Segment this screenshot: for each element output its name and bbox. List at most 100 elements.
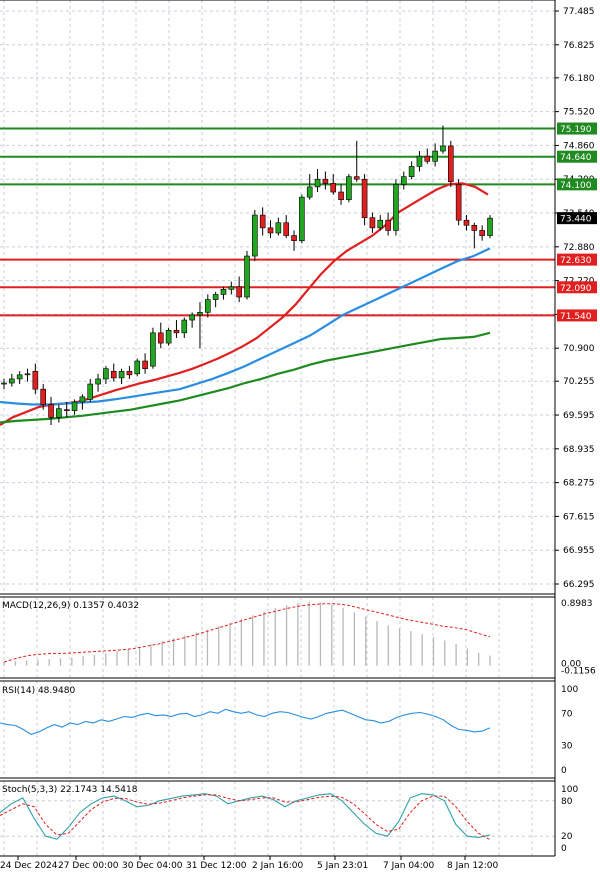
price-tick-label: 76.180 <box>563 74 595 84</box>
level-label: 71.540 <box>560 312 592 322</box>
candle-body <box>369 217 376 229</box>
candle-body <box>103 368 109 380</box>
candle-body <box>267 227 274 234</box>
candle-body <box>314 178 321 188</box>
price-tick-label: 70.900 <box>563 344 595 354</box>
rsi-tick-label: 30 <box>561 742 573 752</box>
stoch-tick-label: 20 <box>561 832 573 842</box>
price-tick-label: 68.935 <box>563 445 595 455</box>
trading-chart: MACD(12,26,9) 0.1357 0.4032 RSI(14) 48.9… <box>0 0 597 871</box>
candle-body <box>126 370 133 376</box>
price-panel <box>0 125 555 426</box>
level-label: 72.630 <box>560 256 592 266</box>
price-tick-label: 72.880 <box>563 243 595 253</box>
candle-body <box>16 374 23 380</box>
rsi-line <box>0 708 491 736</box>
stoch-label: Stoch(5,3,3) 22.1743 14.5418 <box>2 785 138 795</box>
candle-body <box>32 370 39 390</box>
macd-panel: MACD(12,26,9) 0.1357 0.4032 <box>2 601 491 666</box>
time-tick-label: 24 Dec 2024 <box>0 861 58 871</box>
time-tick-label: 27 Dec 00:00 <box>58 861 119 871</box>
macd-axis-top: 0.8983 <box>561 599 593 609</box>
candle-body <box>330 183 337 193</box>
price-tick-label: 74.860 <box>563 141 595 151</box>
candle-body <box>9 378 15 384</box>
stoch-panel: Stoch(5,3,3) 22.1743 14.5418 <box>0 785 555 841</box>
macd-axis-bottom: -0.1156 <box>561 667 596 677</box>
time-tick-label: 2 Jan 16:00 <box>252 861 304 871</box>
candle-body <box>322 178 329 184</box>
time-tick-label: 5 Jan 23:01 <box>317 861 368 871</box>
candle-body <box>291 235 297 241</box>
candle-body <box>236 286 242 298</box>
candle-body <box>48 404 54 418</box>
candle-body <box>173 329 180 334</box>
candle-body <box>393 184 399 231</box>
level-label: 72.090 <box>560 284 592 294</box>
price-tick-label: 68.275 <box>563 479 595 489</box>
price-tick-label: 77.485 <box>563 7 595 17</box>
time-axis: 24 Dec 2024 27 Dec 00:00 30 Dec 04:00 31 De… <box>0 856 499 871</box>
candle-body <box>228 286 235 290</box>
candle-body <box>299 196 305 241</box>
price-tick-label: 70.255 <box>563 377 595 387</box>
time-tick-label: 7 Jan 04:00 <box>383 861 435 871</box>
candle-body <box>24 373 31 376</box>
candle-body <box>165 329 172 344</box>
candle-body <box>220 289 227 295</box>
candle-body <box>306 186 313 198</box>
price-tick-label: 66.295 <box>563 580 595 590</box>
ma-fast-line <box>0 182 489 426</box>
candle-body <box>110 370 117 379</box>
candle-body <box>244 255 250 298</box>
macd-signal-line <box>3 603 491 663</box>
candle-body <box>87 383 94 400</box>
candle-body <box>212 294 219 300</box>
candle-body <box>56 408 62 418</box>
candle-body <box>440 145 446 152</box>
candle-body <box>1 382 7 385</box>
time-tick-label: 30 Dec 04:00 <box>122 861 183 871</box>
candle-body <box>479 230 485 236</box>
rsi-label: RSI(14) 48.9480 <box>2 686 75 696</box>
candle-body <box>463 219 470 226</box>
rsi-tick-label: 70 <box>561 709 573 719</box>
candle-body <box>63 409 70 411</box>
candle-body <box>338 191 344 201</box>
candle-body <box>142 360 148 369</box>
candle-body <box>487 217 493 236</box>
candle-body <box>157 332 164 344</box>
candle-body <box>134 360 141 375</box>
stoch-tick-label: 100 <box>561 785 578 795</box>
candle-body <box>361 178 368 218</box>
candle-body <box>455 184 462 221</box>
level-label: 74.640 <box>560 153 592 163</box>
rsi-tick-label: 100 <box>561 685 578 695</box>
candle-body <box>400 176 407 185</box>
candle-body <box>416 155 423 167</box>
stoch-tick-label: 80 <box>561 797 573 807</box>
candle-body <box>471 225 478 231</box>
candle-body <box>252 214 258 257</box>
candle-body <box>181 319 188 334</box>
macd-label: MACD(12,26,9) 0.1357 0.4032 <box>2 601 139 611</box>
price-tick-label: 75.520 <box>563 108 595 118</box>
candle-body <box>71 401 78 411</box>
stoch-tick-label: 0 <box>561 844 567 854</box>
candle-body <box>424 155 431 162</box>
rsi-tick-label: 0 <box>561 766 567 776</box>
candle-body <box>432 150 438 162</box>
current-price-label: 73.440 <box>560 215 592 225</box>
candle-body <box>353 176 360 180</box>
candle-body <box>197 312 203 316</box>
candle-body <box>346 176 352 201</box>
time-tick-label: 8 Jan 12:00 <box>447 861 499 871</box>
candle-body <box>95 378 101 385</box>
candle-body <box>259 214 266 229</box>
candle-body <box>408 166 415 177</box>
candle-body <box>150 332 156 367</box>
candle-body <box>118 370 125 379</box>
stoch-d-line <box>0 794 491 841</box>
candle-body <box>40 388 46 405</box>
candle-body <box>189 314 195 321</box>
